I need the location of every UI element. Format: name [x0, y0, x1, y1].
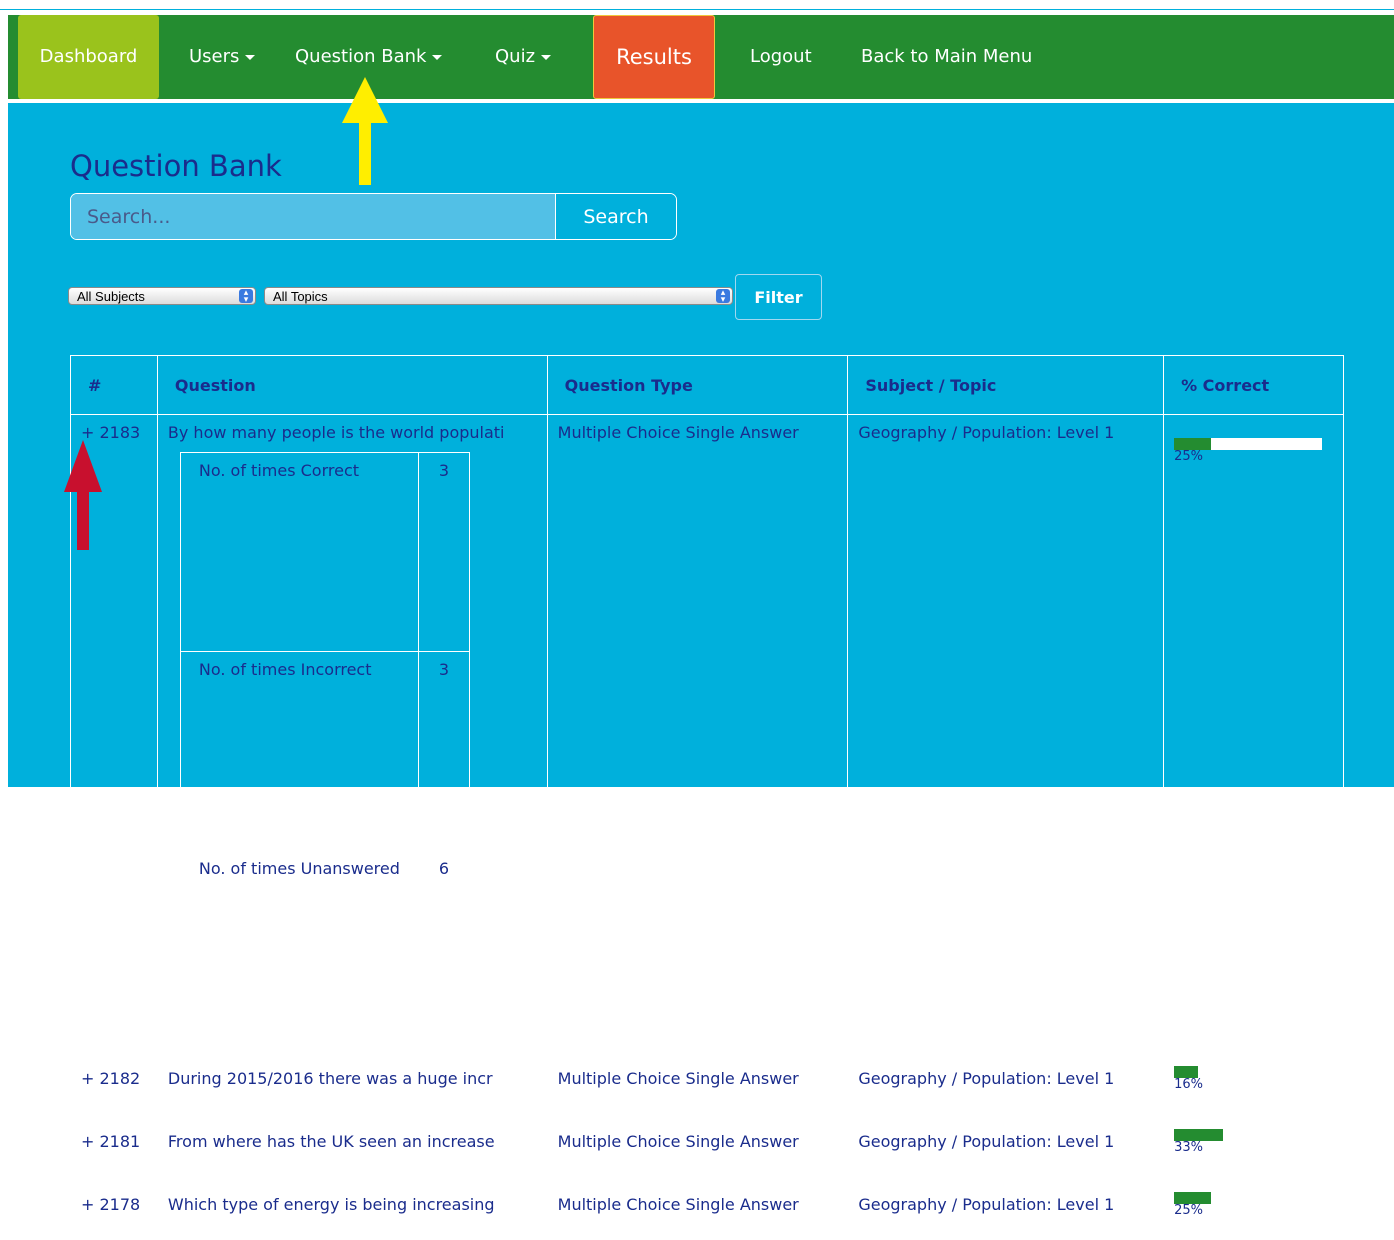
percent-label: 25%	[1174, 1203, 1203, 1218]
row-id-toggle[interactable]: + 2178	[70, 1176, 158, 1240]
header-question-type: Question Type	[546, 355, 849, 415]
percent-bar	[1174, 1066, 1323, 1078]
nav-dashboard[interactable]: Dashboard	[18, 15, 159, 99]
nav-quiz[interactable]: Quiz	[495, 15, 552, 99]
row-question-type: Multiple Choice Single Answer	[546, 1050, 849, 1114]
nav-quiz-label: Quiz	[495, 46, 536, 67]
subject-select-value: All Subjects	[77, 289, 145, 304]
table-row: + 2183 By how many people is the world p…	[70, 414, 1344, 1051]
row-question-type: Multiple Choice Single Answer	[546, 1176, 849, 1240]
main-navbar: Dashboard Users Question Bank Quiz Resul…	[8, 15, 1394, 99]
row-percent-correct: 25%	[1163, 1176, 1344, 1240]
stats-row: No. of times Unanswered 6	[179, 850, 471, 1050]
row-subject-topic: Geography / Population: Level 1	[847, 1113, 1165, 1177]
stats-table: No. of times Correct 3 No. of times Inco…	[179, 452, 471, 1050]
header-percent-correct: % Correct	[1163, 355, 1344, 415]
stats-value: 3	[417, 452, 471, 652]
percent-bar	[1174, 1129, 1323, 1141]
filter-button[interactable]: Filter	[735, 274, 822, 320]
row-question-type: Multiple Choice Single Answer	[546, 414, 849, 1051]
row-question: Which type of energy is being increasing	[156, 1176, 548, 1240]
row-subject-topic: Geography / Population: Level 1	[847, 414, 1165, 1051]
caret-down-icon	[245, 54, 256, 60]
stats-row: No. of times Correct 3	[179, 452, 471, 652]
top-border-line	[0, 9, 1394, 10]
nav-users-label: Users	[189, 46, 240, 67]
row-id-toggle[interactable]: + 2181	[70, 1113, 158, 1177]
stats-label: No. of times Incorrect	[179, 651, 419, 851]
nav-results[interactable]: Results	[593, 15, 715, 99]
stats-label: No. of times Correct	[179, 452, 419, 652]
percent-bar-fill	[1174, 1066, 1198, 1078]
table-row: + 2181 From where has the UK seen an inc…	[70, 1113, 1344, 1177]
stats-value: 3	[417, 651, 471, 851]
table-row: + 2182 During 2015/2016 there was a huge…	[70, 1050, 1344, 1114]
page-title: Question Bank	[70, 149, 282, 183]
nav-users[interactable]: Users	[189, 15, 256, 99]
search-input[interactable]	[71, 194, 555, 239]
select-arrows-icon: ▴ ▾	[716, 288, 730, 304]
yellow-arrow-annotation	[342, 77, 388, 185]
row-question: By how many people is the world populati	[167, 423, 505, 442]
search-button[interactable]: Search	[555, 194, 676, 239]
stats-value: 6	[417, 850, 471, 1050]
select-arrows-icon: ▴ ▾	[239, 288, 253, 304]
nav-question-bank-label: Question Bank	[295, 46, 427, 67]
row-percent-correct: 25%	[1163, 414, 1344, 1051]
caret-down-icon	[432, 54, 443, 60]
table-row: + 2178 Which type of energy is being inc…	[70, 1176, 1344, 1240]
row-question-cell: By how many people is the world populati…	[156, 414, 548, 1051]
up-arrow-icon	[342, 77, 388, 185]
percent-label: 33%	[1174, 1140, 1203, 1155]
row-subject-topic: Geography / Population: Level 1	[847, 1176, 1165, 1240]
stats-label: No. of times Unanswered	[179, 850, 419, 1050]
row-question-type: Multiple Choice Single Answer	[546, 1113, 849, 1177]
row-percent-correct: 33%	[1163, 1113, 1344, 1177]
subject-select[interactable]: All Subjects ▴ ▾	[68, 287, 256, 305]
header-number: #	[70, 355, 158, 415]
questions-table: # Question Question Type Subject / Topic…	[70, 355, 1344, 1240]
header-question: Question	[156, 355, 548, 415]
percent-label: 25%	[1174, 449, 1203, 464]
row-subject-topic: Geography / Population: Level 1	[847, 1050, 1165, 1114]
percent-label: 16%	[1174, 1077, 1203, 1092]
main-content: Question Bank Search All Subjects ▴▾ All…	[8, 103, 1394, 1240]
percent-bar	[1174, 438, 1323, 450]
up-arrow-icon	[64, 440, 102, 550]
row-percent-correct: 16%	[1163, 1050, 1344, 1114]
topic-select[interactable]: All Topics ▴ ▾	[264, 287, 733, 305]
nav-back-to-main-menu[interactable]: Back to Main Menu	[861, 15, 1032, 99]
topic-select-value: All Topics	[273, 289, 328, 304]
nav-logout[interactable]: Logout	[750, 15, 812, 99]
table-header-row: # Question Question Type Subject / Topic…	[70, 355, 1344, 415]
header-subject-topic: Subject / Topic	[847, 355, 1165, 415]
percent-bar-fill	[1174, 1129, 1223, 1141]
percent-bar-fill	[1174, 1192, 1212, 1204]
red-arrow-annotation	[64, 440, 102, 550]
row-question: During 2015/2016 there was a huge incr	[156, 1050, 548, 1114]
row-id-toggle[interactable]: + 2182	[70, 1050, 158, 1114]
row-question: From where has the UK seen an increase	[156, 1113, 548, 1177]
search-bar: Search	[70, 193, 677, 240]
percent-bar-fill	[1174, 438, 1212, 450]
stats-row: No. of times Incorrect 3	[179, 651, 471, 851]
percent-bar	[1174, 1192, 1323, 1204]
caret-down-icon	[541, 54, 552, 60]
